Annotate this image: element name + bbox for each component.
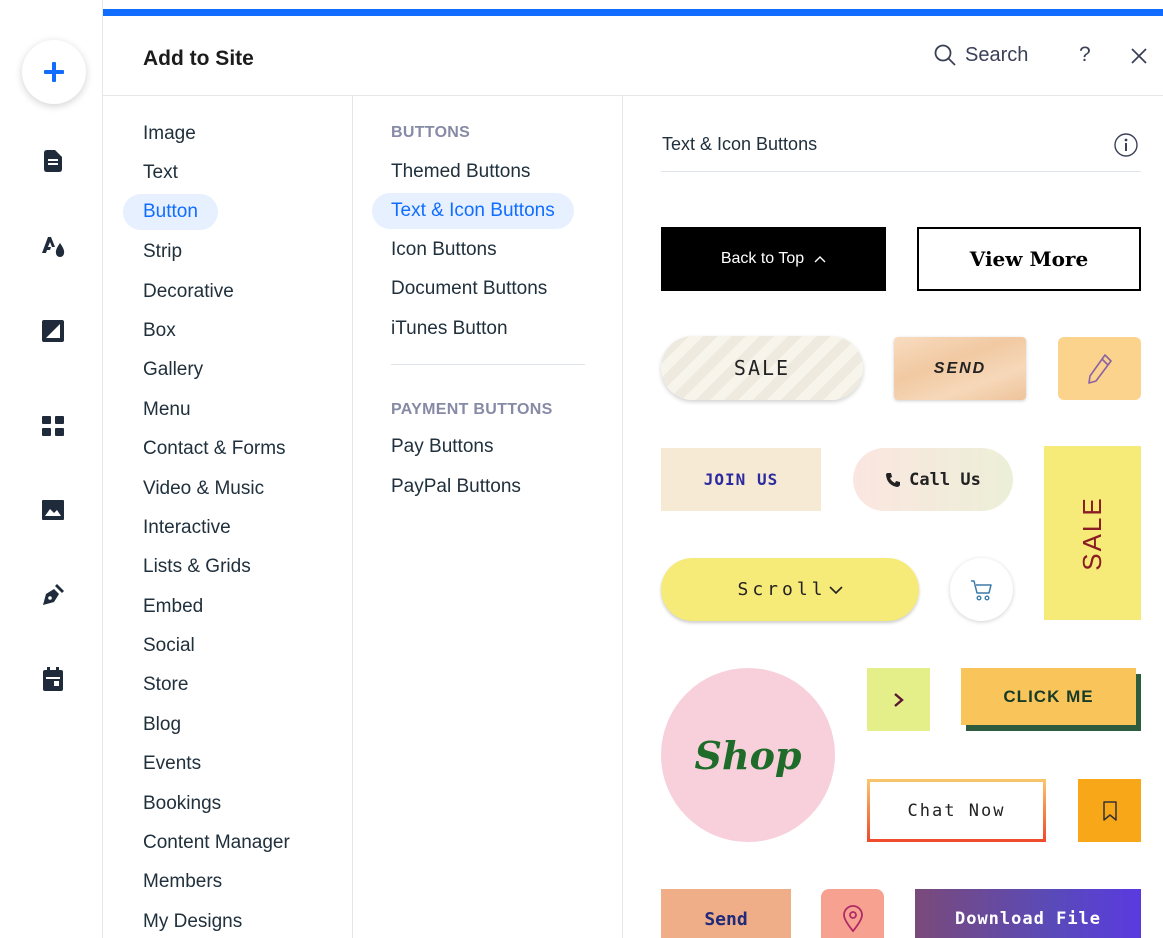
view-more-button-preset[interactable]: View More	[917, 227, 1141, 291]
edit-icon-button-preset[interactable]	[1058, 337, 1141, 400]
subcategory-document-buttons[interactable]: Document Buttons	[372, 271, 566, 307]
top-accent-bar	[103, 9, 1163, 16]
chevron-down-icon	[828, 585, 843, 594]
category-item-contact-forms[interactable]: Contact & Forms	[123, 431, 306, 467]
subcategory-paypal-buttons[interactable]: PayPal Buttons	[372, 469, 540, 505]
category-item-image[interactable]: Image	[123, 116, 216, 152]
design-button[interactable]	[36, 229, 70, 263]
category-item-button[interactable]: Button	[123, 194, 218, 230]
category-item-blog[interactable]: Blog	[123, 707, 201, 743]
add-panel-window: Add to Site Search ? Image Text Button S…	[0, 0, 1163, 938]
pencil-icon	[1087, 353, 1112, 384]
close-icon[interactable]	[1127, 44, 1151, 68]
send-button-preset[interactable]: Send	[661, 889, 791, 938]
category-item-menu[interactable]: Menu	[123, 392, 211, 428]
call-us-label: Call Us	[909, 469, 981, 490]
scroll-button-preset[interactable]: Scroll	[661, 558, 919, 621]
join-us-button-preset[interactable]: JOIN US	[661, 448, 821, 511]
category-item-store[interactable]: Store	[123, 667, 208, 703]
bookmark-icon-button-preset[interactable]	[1078, 779, 1141, 842]
subcategory-text-icon-buttons[interactable]: Text & Icon Buttons	[372, 193, 574, 229]
chat-now-button-preset[interactable]: Chat Now	[867, 779, 1046, 842]
chevron-up-icon	[814, 256, 826, 263]
subcategory-pay-buttons[interactable]: Pay Buttons	[372, 429, 512, 465]
category-item-video-music[interactable]: Video & Music	[123, 471, 284, 507]
category-item-content-manager[interactable]: Content Manager	[123, 825, 310, 861]
add-elements-button[interactable]	[22, 40, 86, 104]
apps-button[interactable]	[36, 409, 70, 443]
subcategory-itunes-button[interactable]: iTunes Button	[372, 311, 527, 347]
scroll-label: Scroll	[737, 579, 827, 600]
apps-grid-icon	[42, 416, 64, 436]
buttons-section-heading: BUTTONS	[391, 124, 471, 141]
sale-vertical-button-preset[interactable]: SALE	[1044, 446, 1141, 620]
search-button[interactable]: Search	[933, 43, 1028, 67]
category-item-social[interactable]: Social	[123, 628, 215, 664]
category-item-events[interactable]: Events	[123, 746, 221, 782]
category-item-my-designs[interactable]: My Designs	[123, 904, 262, 938]
category-item-lists-grids[interactable]: Lists & Grids	[123, 549, 271, 585]
back-to-top-label: Back to Top	[720, 250, 805, 267]
next-arrow-button-preset[interactable]	[867, 668, 930, 731]
preview-area: Text & Icon Buttons Back to Top View Mor…	[623, 96, 1163, 938]
category-item-bookings[interactable]: Bookings	[123, 786, 241, 822]
calendar-icon	[43, 667, 63, 691]
category-item-interactive[interactable]: Interactive	[123, 510, 251, 546]
category-item-text[interactable]: Text	[123, 155, 198, 191]
info-icon[interactable]	[1113, 132, 1139, 158]
category-item-members[interactable]: Members	[123, 864, 242, 900]
search-icon	[934, 44, 956, 66]
category-item-gallery[interactable]: Gallery	[123, 352, 223, 388]
location-pin-icon	[842, 905, 863, 933]
sale-pill-button-preset[interactable]: SALE	[661, 336, 863, 400]
subcategory-list: BUTTONS Themed Buttons Text & Icon Butto…	[353, 96, 623, 938]
send-wood-button-preset[interactable]: SEND	[894, 337, 1026, 400]
plus-icon	[44, 62, 64, 82]
subcategory-icon-buttons[interactable]: Icon Buttons	[372, 232, 516, 268]
click-me-button-preset[interactable]: CLICK ME	[961, 668, 1136, 725]
shop-circle-button-preset[interactable]: Shop	[661, 668, 835, 842]
left-toolbar	[0, 0, 103, 938]
download-file-button-preset[interactable]: Download File	[915, 889, 1141, 938]
sale-vertical-label: SALE	[1077, 495, 1107, 571]
cart-icon	[970, 579, 992, 601]
phone-icon	[886, 472, 901, 487]
pages-button[interactable]	[36, 144, 70, 178]
category-list: Image Text Button Strip Decorative Box G…	[103, 96, 353, 938]
panel-header: Add to Site Search ?	[103, 16, 1163, 96]
page-icon	[44, 150, 62, 172]
category-item-decorative[interactable]: Decorative	[123, 274, 254, 310]
section-divider	[391, 364, 585, 365]
background-icon	[42, 320, 64, 342]
payment-section-heading: PAYMENT BUTTONS	[391, 401, 553, 418]
blog-button[interactable]	[36, 578, 70, 612]
preview-divider	[661, 171, 1141, 172]
chevron-right-icon	[893, 692, 904, 707]
location-icon-button-preset[interactable]	[821, 889, 884, 938]
background-button[interactable]	[36, 314, 70, 348]
image-icon	[42, 500, 64, 520]
pen-icon	[43, 584, 64, 605]
search-label: Search	[965, 43, 1029, 66]
category-item-box[interactable]: Box	[123, 313, 196, 349]
cart-icon-button-preset[interactable]	[950, 558, 1013, 621]
bookings-button[interactable]	[36, 662, 70, 696]
help-button[interactable]: ?	[1079, 43, 1091, 67]
category-item-embed[interactable]: Embed	[123, 589, 223, 625]
bookmark-icon	[1102, 800, 1117, 821]
subcategory-themed-buttons[interactable]: Themed Buttons	[372, 154, 549, 190]
back-to-top-button-preset[interactable]: Back to Top	[661, 227, 886, 291]
preview-section-title: Text & Icon Buttons	[662, 134, 818, 154]
theme-icon	[42, 237, 65, 257]
category-item-strip[interactable]: Strip	[123, 234, 202, 270]
media-button[interactable]	[36, 493, 70, 527]
panel-title: Add to Site	[143, 47, 254, 70]
call-us-button-preset[interactable]: Call Us	[853, 448, 1013, 511]
